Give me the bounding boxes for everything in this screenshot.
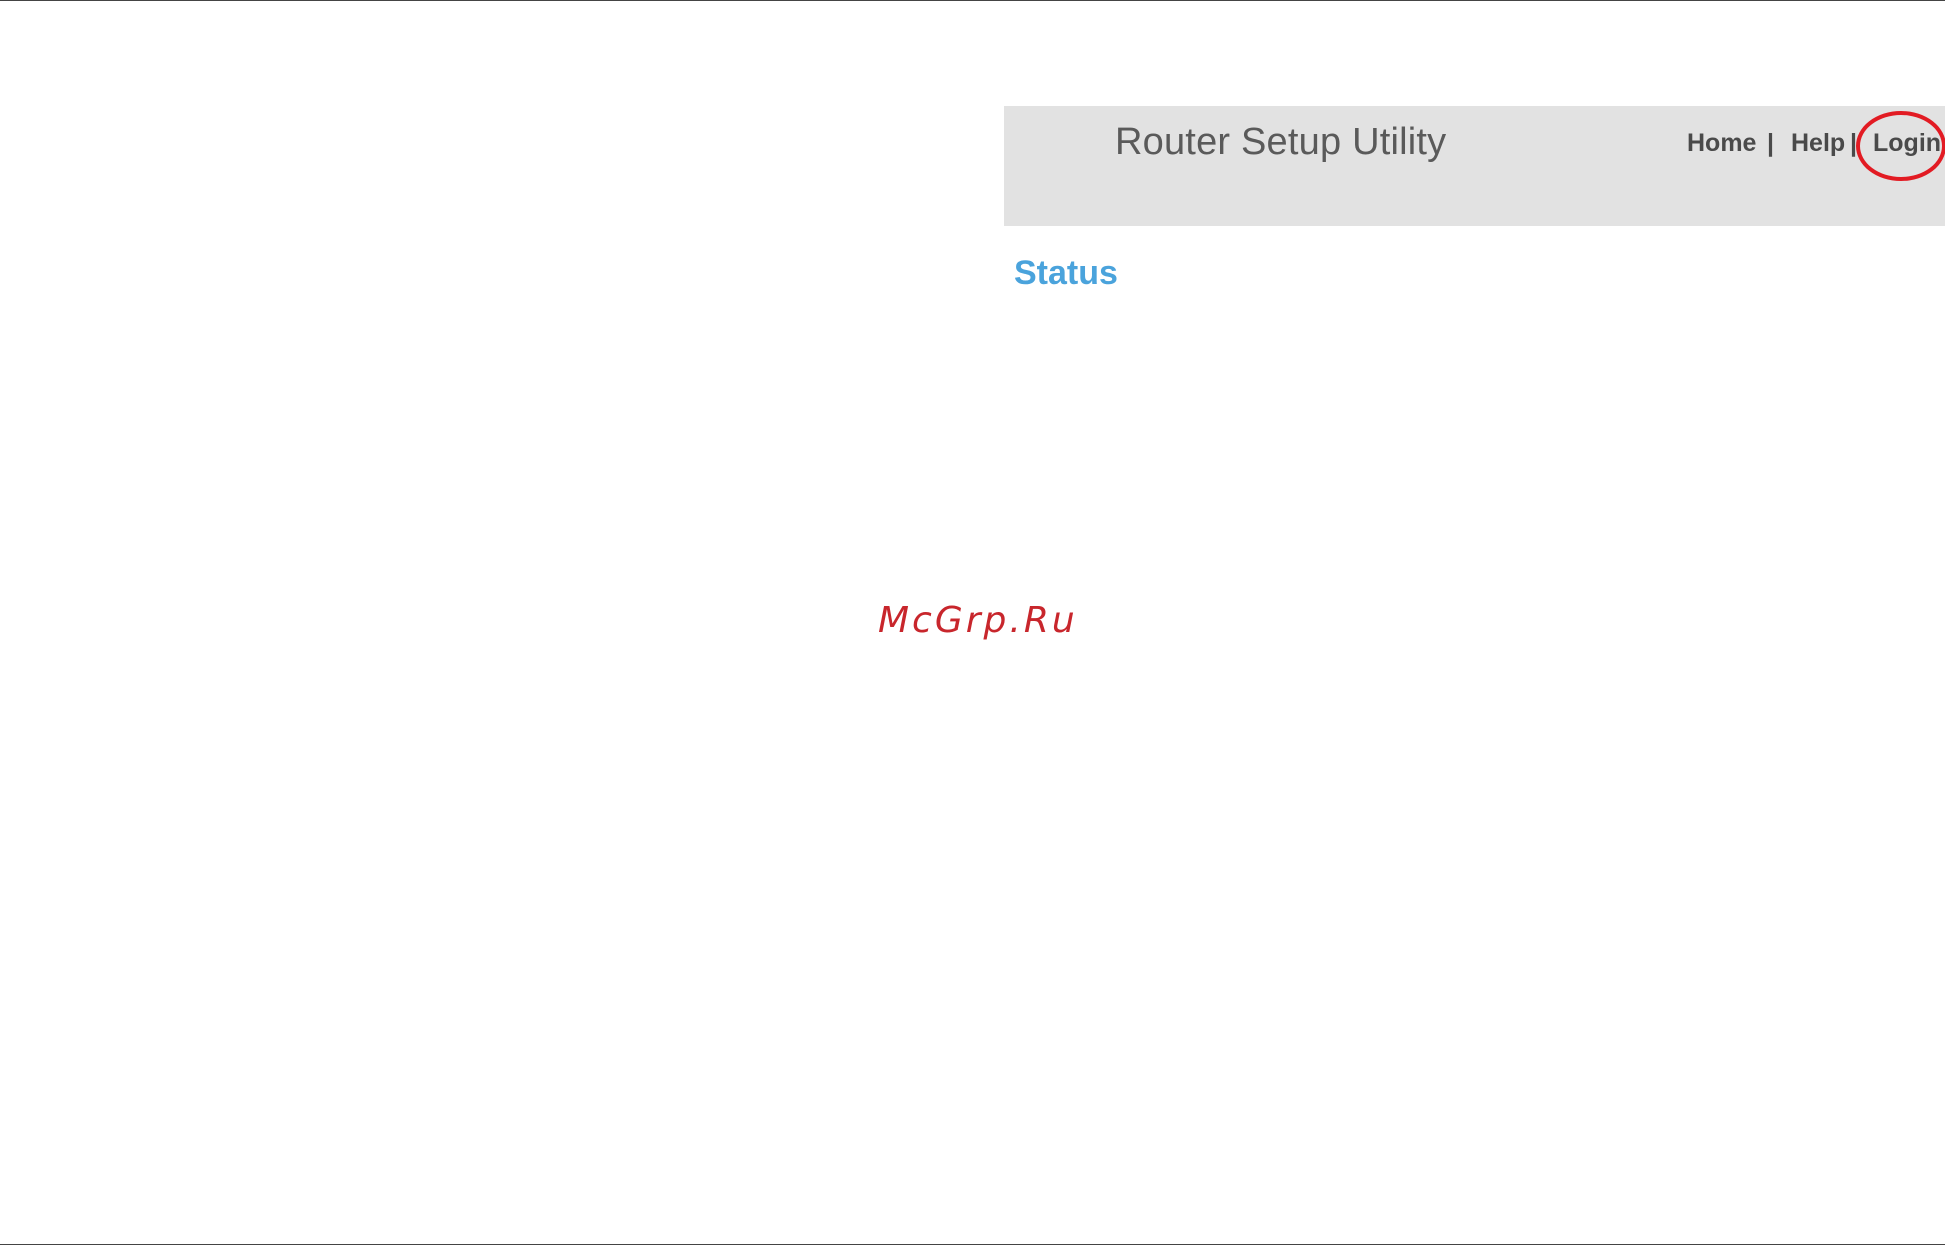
nav-home-link[interactable]: Home (1687, 129, 1756, 158)
watermark: McGrp.Ru (878, 600, 1078, 641)
top-rule (0, 0, 1945, 1)
nav-separator: | (1767, 129, 1774, 157)
header-bar: Router Setup Utility Home | Help | Login (1004, 106, 1945, 226)
app-title: Router Setup Utility (1115, 121, 1447, 163)
section-heading-status: Status (1014, 254, 1118, 292)
login-highlight-circle (1856, 111, 1945, 181)
nav-help-link[interactable]: Help (1791, 129, 1845, 158)
bottom-rule (0, 1244, 1945, 1245)
router-ui-screenshot: Router Setup Utility Home | Help | Login… (1004, 106, 1945, 306)
